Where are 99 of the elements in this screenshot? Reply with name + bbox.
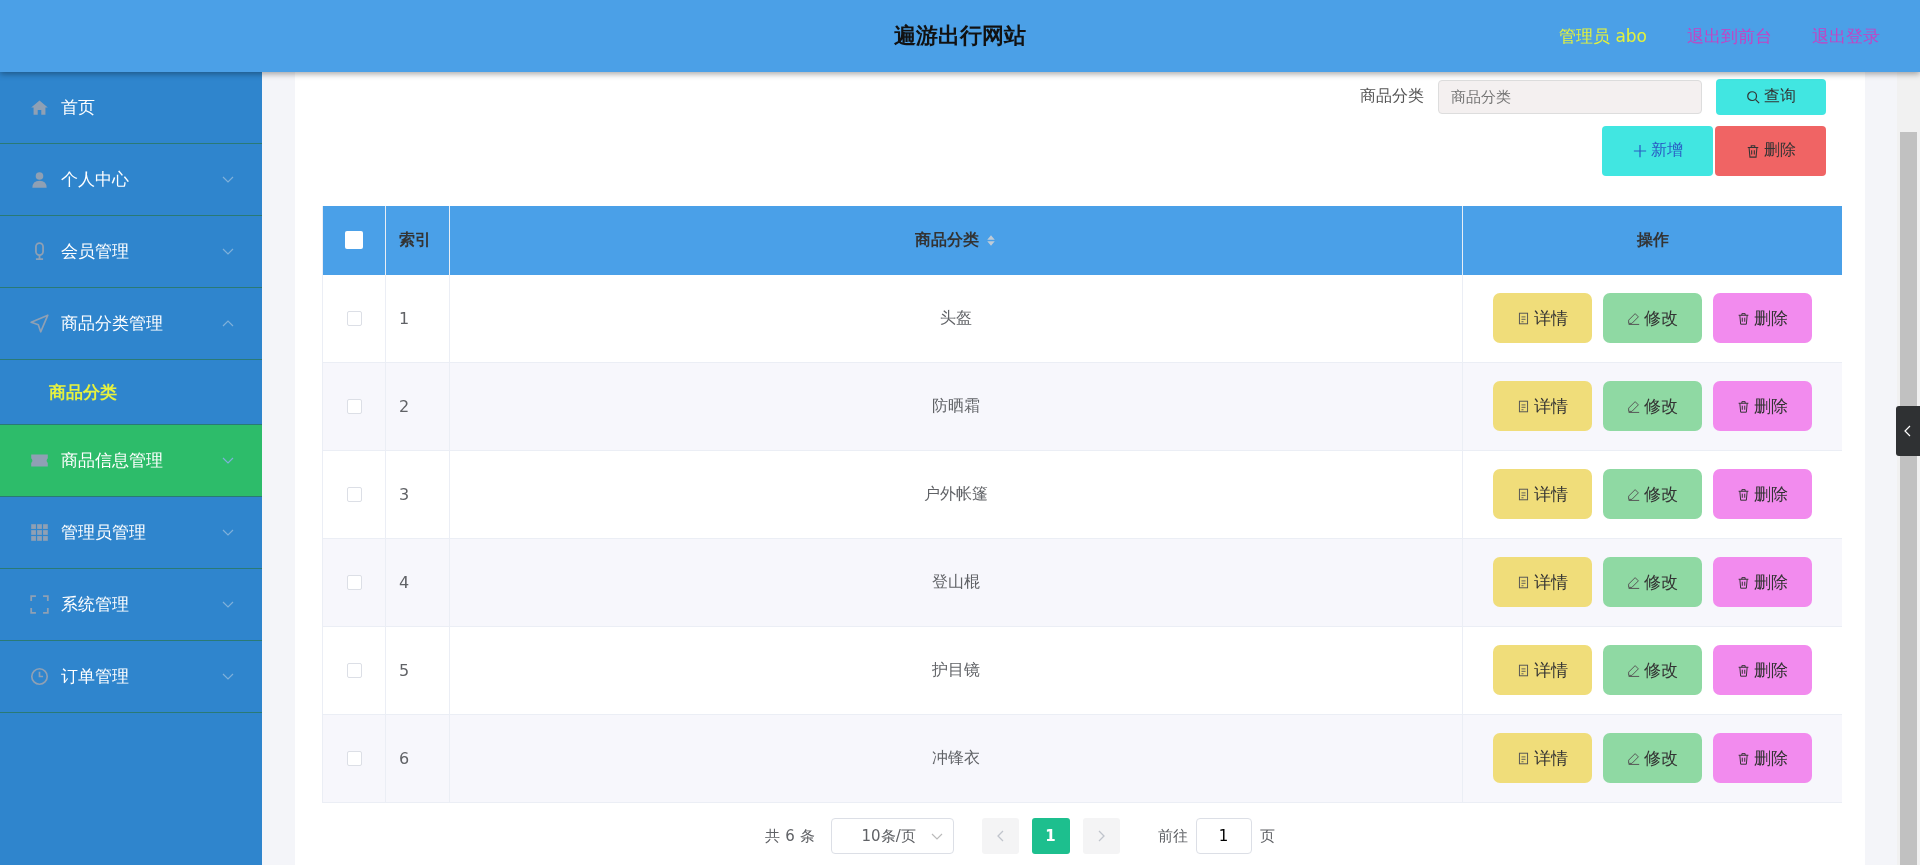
page-number-field[interactable]: 1 <box>1195 818 1252 855</box>
table-cell: 2 <box>399 396 410 416</box>
delete-button[interactable]: 删除 <box>1713 733 1812 784</box>
sidebar-item[interactable]: 订单管理 <box>0 641 262 713</box>
search-field[interactable]: 商品分类 <box>1438 79 1702 114</box>
document-icon <box>1517 399 1530 413</box>
sidebar-item[interactable]: 首页 <box>0 72 262 144</box>
pencil-icon <box>1627 311 1640 325</box>
document-icon <box>1517 751 1530 765</box>
edit-button[interactable]: 修改 <box>1603 733 1702 784</box>
edit-button[interactable]: 修改 <box>1603 381 1702 432</box>
pencil-icon <box>1627 575 1640 589</box>
chevron-right-icon <box>1096 830 1106 843</box>
row-checkbox[interactable] <box>346 310 362 326</box>
clock-icon <box>30 667 49 686</box>
table-cell: 户外帐篷 <box>924 483 988 505</box>
details-button[interactable]: 详情 <box>1493 469 1592 520</box>
details-button[interactable]: 详情 <box>1493 733 1592 784</box>
row-checkbox[interactable] <box>346 398 362 414</box>
sidebar-item[interactable]: 会员管理 <box>0 216 262 288</box>
document-icon <box>1517 575 1530 589</box>
details-button[interactable]: 详情 <box>1493 293 1592 344</box>
chevron-down-icon <box>930 831 943 841</box>
table-cell: 1 <box>399 308 410 328</box>
pencil-icon <box>1627 487 1640 501</box>
table-cell: 冲锋衣 <box>932 747 980 769</box>
trash-icon <box>1737 575 1750 589</box>
pencil-icon <box>1627 399 1640 413</box>
chevron-down-icon <box>222 247 234 256</box>
document-icon <box>1517 311 1530 325</box>
chevron-down-icon <box>222 456 234 465</box>
row-checkbox[interactable] <box>346 574 362 590</box>
chevron-down-icon <box>222 672 234 681</box>
admin-name: 管理员 abo <box>1559 24 1647 48</box>
column-header[interactable]: 索引 <box>399 229 431 251</box>
chevron-left-icon <box>1903 425 1913 437</box>
delete-button[interactable]: 删除 <box>1713 557 1812 608</box>
delete-button[interactable]: 删除 <box>1715 125 1826 176</box>
search-icon <box>1746 89 1760 104</box>
table-cell: 护目镜 <box>932 659 980 681</box>
chevron-up-icon <box>222 319 234 328</box>
goto-label: 前往 <box>1157 826 1188 846</box>
sidebar-item[interactable]: 管理员管理 <box>0 497 262 569</box>
details-button[interactable]: 详情 <box>1493 645 1592 696</box>
edit-button[interactable]: 修改 <box>1603 645 1702 696</box>
navigation-icon <box>30 314 49 333</box>
sidebar-item[interactable]: 系统管理 <box>0 569 262 641</box>
chevron-left-icon <box>995 830 1005 843</box>
scrollbar[interactable] <box>1897 72 1920 865</box>
delete-button[interactable]: 删除 <box>1713 293 1812 344</box>
edit-button[interactable]: 修改 <box>1603 293 1702 344</box>
chevron-down-icon <box>222 528 234 537</box>
table-cell: 头盔 <box>940 307 972 329</box>
trash-icon <box>1745 143 1760 158</box>
column-header[interactable]: 商品分类 <box>915 229 997 251</box>
home-icon <box>30 98 49 117</box>
delete-button[interactable]: 删除 <box>1713 469 1812 520</box>
trash-icon <box>1737 663 1750 677</box>
delete-button[interactable]: 删除 <box>1713 645 1812 696</box>
search-button[interactable]: 查询 <box>1716 78 1826 115</box>
select-all-checkbox[interactable] <box>345 231 363 250</box>
document-icon <box>1517 663 1530 677</box>
trash-icon <box>1737 399 1750 413</box>
table-cell: 6 <box>399 748 410 768</box>
details-button[interactable]: 详情 <box>1493 381 1592 432</box>
grid-icon <box>30 523 49 542</box>
details-button[interactable]: 详情 <box>1493 557 1592 608</box>
plus-icon <box>1632 143 1647 158</box>
trash-icon <box>1737 487 1750 501</box>
page-size-select[interactable]: 10条/页 <box>830 818 954 855</box>
table-cell: 5 <box>399 660 410 680</box>
collapse-tab[interactable] <box>1896 406 1920 456</box>
table-cell: 3 <box>399 484 410 504</box>
table-cell: 防晒霜 <box>932 395 980 417</box>
chevron-down-icon <box>222 175 234 184</box>
table-cell: 4 <box>399 572 410 592</box>
person-icon <box>30 170 49 189</box>
row-checkbox[interactable] <box>346 486 362 502</box>
sidebar-item[interactable]: 商品分类管理 <box>0 288 262 360</box>
total-count: 共 6 条 <box>765 826 815 846</box>
edit-button[interactable]: 修改 <box>1603 557 1702 608</box>
trash-icon <box>1737 311 1750 325</box>
row-checkbox[interactable] <box>346 662 362 678</box>
row-checkbox[interactable] <box>346 750 362 766</box>
column-header[interactable]: 操作 <box>1636 229 1669 251</box>
sidebar-item[interactable]: 个人中心 <box>0 144 262 216</box>
edit-button[interactable]: 修改 <box>1603 469 1702 520</box>
site-title: 遍游出行网站 <box>894 22 1026 50</box>
trash-icon <box>1737 751 1750 765</box>
chevron-down-icon <box>222 600 234 609</box>
table-cell: 登山棍 <box>932 571 980 593</box>
scan-icon <box>30 595 49 614</box>
document-icon <box>1517 487 1530 501</box>
pencil-icon <box>1627 751 1640 765</box>
delete-button[interactable]: 删除 <box>1713 381 1812 432</box>
page-unit-label: 页 <box>1259 826 1275 846</box>
add-button[interactable]: 新增 <box>1602 125 1713 176</box>
pencil-icon <box>1627 663 1640 677</box>
search-label: 商品分类 <box>1360 86 1424 108</box>
